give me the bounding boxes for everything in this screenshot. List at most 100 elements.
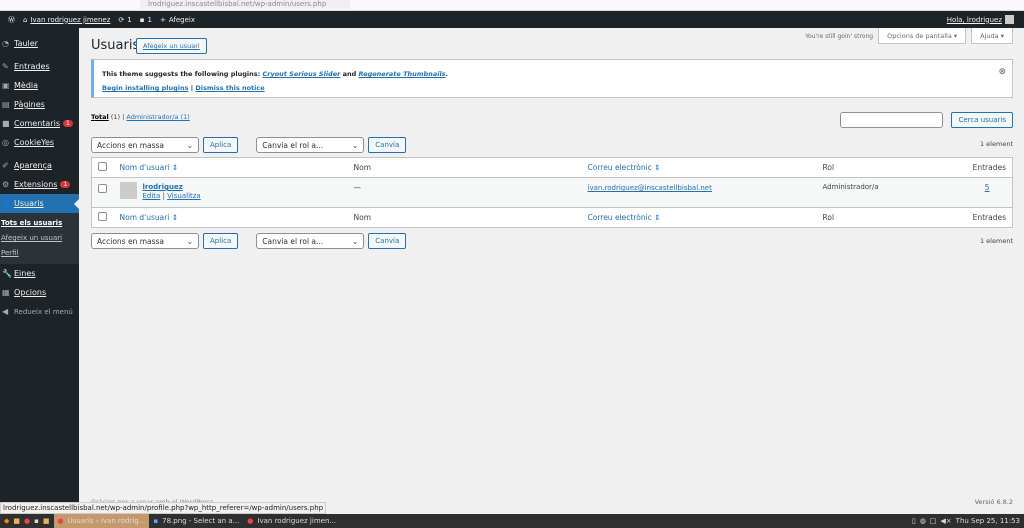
update-shield-icon[interactable]: ◍: [920, 517, 926, 525]
submenu-profile[interactable]: Perfil: [0, 246, 79, 261]
taskbar-window-2[interactable]: ▪ 78.png - Select an a...: [149, 514, 243, 528]
menu-eines[interactable]: 🔧 Eines: [0, 264, 79, 283]
sort-email[interactable]: Correu electrònic ⇕: [588, 163, 661, 172]
plus-icon: +: [159, 15, 166, 24]
folder-icon[interactable]: ■: [13, 517, 20, 525]
select-all-checkbox[interactable]: [98, 162, 107, 171]
tagline: You're still goin' strong: [805, 32, 874, 40]
menu-aparenca[interactable]: ✐ Aparença: [0, 156, 79, 175]
taskbar-window-3[interactable]: ● Ivan rodriguez jimen...: [243, 514, 340, 528]
clock[interactable]: Thu Sep 25, 11:53: [956, 517, 1020, 525]
begin-installing-link[interactable]: Begin installing plugins: [102, 84, 188, 92]
bulk-actions-select[interactable]: Accions en massa ⌄: [91, 137, 199, 153]
sort-email-bottom[interactable]: Correu electrònic ⇕: [588, 213, 661, 222]
menu-usuaris[interactable]: 👤 Usuaris: [0, 194, 79, 213]
column-posts: Entrades: [972, 213, 1006, 222]
sort-username[interactable]: Nom d'usuari ⇕: [120, 163, 179, 172]
comments-icon: ■: [2, 119, 10, 128]
plugins-badge: 1: [60, 181, 71, 188]
column-name: Nom: [353, 213, 372, 222]
admin-menu: ◔ Tauler ✎ Entrades ▣ Mèdia ▤ Pàgines ■ Comen…: [0, 28, 79, 514]
edit-link[interactable]: Edita: [143, 192, 161, 200]
add-user-button[interactable]: Afegeix un usuari: [136, 38, 207, 54]
clipboard-icon[interactable]: ▯: [912, 517, 916, 525]
search-users-button[interactable]: Cerca usuaris: [951, 112, 1013, 128]
item-count-bottom: 1 element: [979, 237, 1013, 245]
updates-icon: ⟳: [118, 15, 125, 24]
browser-icon[interactable]: ●: [24, 517, 30, 525]
comments-badge: 1: [62, 120, 73, 127]
collapse-menu[interactable]: ◀ Redueix el menú: [0, 302, 79, 321]
footer-version: Versió 6.8.2: [974, 498, 1013, 506]
column-role: Rol: [822, 213, 835, 222]
username-link[interactable]: lrodriguez: [143, 183, 183, 191]
updates-link[interactable]: ⟳ 1: [118, 16, 131, 24]
plugin-link-thumbnails[interactable]: Regenerate Thumbnails: [359, 70, 446, 78]
taskbar-window-1[interactable]: ● Usuaris ‹ Ivan rodrig...: [53, 514, 150, 528]
table-row: lrodriguez Edita | Visualitza — ivan.rod…: [91, 177, 1013, 208]
email-link[interactable]: ivan.rodriguez@inscastellbisbal.net: [588, 184, 712, 192]
menu-entrades[interactable]: ✎ Entrades: [0, 57, 79, 76]
collapse-icon: ◀: [2, 307, 9, 316]
bulk-actions-select-bottom[interactable]: Accions en massa ⌄: [91, 233, 199, 249]
menu-comentaris[interactable]: ■ Comentaris 1: [0, 114, 79, 133]
posts-link[interactable]: 5: [985, 183, 990, 192]
change-role-button-bottom[interactable]: Canvia: [368, 233, 407, 249]
new-content-link[interactable]: + Afegeix: [160, 16, 195, 24]
chevron-down-icon: ⌄: [186, 140, 193, 150]
column-role: Rol: [822, 163, 835, 172]
help-button[interactable]: Ajuda ▾: [971, 28, 1013, 44]
apply-button-bottom[interactable]: Aplica: [203, 233, 239, 249]
wordpress-logo-icon[interactable]: Ⓦ: [8, 15, 15, 25]
row-checkbox[interactable]: [98, 184, 107, 193]
volume-muted-icon[interactable]: ◀×: [940, 517, 951, 525]
cell-role: Administrador/a: [822, 183, 879, 191]
menu-cookieyes[interactable]: ◎ CookieYes: [0, 133, 79, 152]
terminal-icon[interactable]: ▪: [34, 517, 39, 525]
role-filters: Total (1) | Administrador/a (1): [91, 113, 190, 121]
filter-total[interactable]: Total: [91, 113, 109, 121]
column-name: Nom: [353, 163, 372, 172]
users-icon: 👤: [2, 199, 12, 208]
plugin-link-slider[interactable]: Cryout Serious Slider: [262, 70, 340, 78]
window-icon[interactable]: □: [930, 517, 937, 525]
comments-link[interactable]: ▪ 1: [140, 16, 152, 24]
pin-icon: ✎: [2, 62, 9, 71]
menu-icon[interactable]: ◆: [4, 517, 9, 525]
dismiss-notice-link[interactable]: Dismiss this notice: [195, 84, 264, 92]
media-icon: ▣: [2, 81, 10, 90]
taskbar: ◆ ■ ● ▪ ■ ● Usuaris ‹ Ivan rodrig... ▪ 78.png …: [0, 514, 1024, 528]
plugins-icon: ⚙: [2, 180, 10, 189]
search-input[interactable]: [840, 112, 944, 128]
chevron-down-icon: ⌄: [186, 236, 193, 246]
pages-icon: ▤: [2, 100, 10, 109]
bottom-actions: Accions en massa ⌄ Aplica Canvia el rol a…: [91, 233, 407, 249]
menu-opcions[interactable]: ▦ Opcions: [0, 283, 79, 302]
view-link[interactable]: Visualitza: [167, 192, 201, 200]
sort-username-bottom[interactable]: Nom d'usuari ⇕: [120, 213, 179, 222]
change-role-select[interactable]: Canvia el rol a... ⌄: [256, 137, 365, 153]
submenu-add-user[interactable]: Afegeix un usuari: [0, 231, 79, 246]
status-url: lrodriguez.inscastellbisbal.net/wp-admin…: [0, 502, 327, 514]
menu-extensions[interactable]: ⚙ Extensions 1: [0, 175, 79, 194]
site-link[interactable]: ⌂ Ivan rodriguez jimenez: [23, 16, 110, 24]
launcher-icons[interactable]: ◆ ■ ● ▪ ■: [0, 514, 54, 528]
account-menu[interactable]: Hola, lrodriguez: [947, 15, 1014, 24]
select-all-checkbox-bottom[interactable]: [98, 212, 107, 221]
filter-admin[interactable]: Administrador/a (1): [126, 113, 189, 121]
comment-icon: ▪: [139, 15, 145, 24]
screen-options-button[interactable]: Opcions de pantalla ▾: [878, 28, 967, 44]
menu-tauler[interactable]: ◔ Tauler: [0, 34, 79, 53]
submenu-all-users[interactable]: Tots els usuaris: [0, 216, 79, 231]
apply-button[interactable]: Aplica: [203, 137, 239, 153]
cookie-icon: ◎: [2, 138, 9, 147]
menu-media[interactable]: ▣ Mèdia: [0, 76, 79, 95]
change-role-select-bottom[interactable]: Canvia el rol a... ⌄: [256, 233, 365, 249]
change-role-button[interactable]: Canvia: [368, 137, 407, 153]
address-bar[interactable]: lrodriguez.inscastellbisbal.net/wp-admin…: [140, 0, 350, 9]
screen-meta-links: You're still goin' strong Opcions de pan…: [805, 28, 1013, 44]
image-icon: ▪: [153, 517, 159, 525]
files-icon[interactable]: ■: [43, 517, 50, 525]
dismiss-icon[interactable]: ⊗: [998, 65, 1006, 79]
menu-pagines[interactable]: ▤ Pàgines: [0, 95, 79, 114]
